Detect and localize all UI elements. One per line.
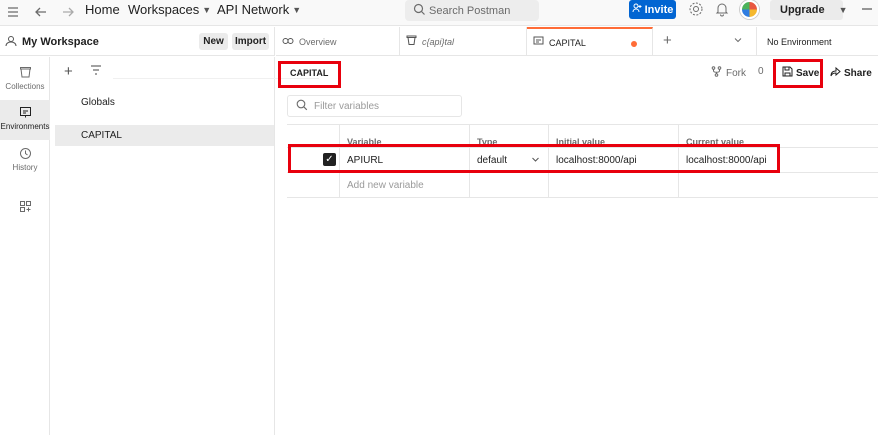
environments-icon (19, 106, 32, 122)
nav-api-network-label: API Network (217, 2, 290, 17)
filter-variables-input[interactable]: Filter variables (287, 95, 462, 117)
tab-environment-capital[interactable]: CAPITAL (527, 27, 653, 56)
chevron-down-icon: ▼ (202, 4, 212, 15)
gear-icon[interactable] (688, 1, 704, 17)
fork-button[interactable]: Fork (711, 66, 746, 80)
environment-selector-label: No Environment (767, 36, 832, 47)
header-variable: Variable (339, 125, 469, 149)
tab-label: CAPITAL (549, 37, 586, 48)
save-icon (782, 66, 793, 80)
share-button[interactable]: Share (830, 66, 872, 80)
sidebar-item-globals[interactable]: Globals (55, 92, 274, 113)
unsaved-indicator (631, 41, 637, 47)
sidebar-item-label: Globals (81, 97, 115, 108)
share-icon (830, 66, 841, 80)
filter-placeholder: Filter variables (314, 100, 380, 112)
rail-item-history[interactable]: History (0, 141, 50, 181)
empty-current-cell (678, 173, 878, 197)
icon-rail: Collections Environments History (0, 57, 50, 435)
tab-label: c{api}tal (422, 36, 455, 47)
chevron-down-icon: ▼ (292, 4, 302, 15)
search-icon (413, 3, 426, 16)
fork-label: Fork (726, 67, 746, 79)
nav-workspaces-label: Workspaces (128, 2, 200, 17)
initial-value-cell[interactable]: localhost:8000/api (548, 148, 678, 172)
fork-count: 0 (758, 66, 764, 77)
new-tab-plus-icon[interactable]: + (663, 32, 672, 49)
search-placeholder: Search Postman (429, 4, 511, 17)
row-enabled-checkbox[interactable]: ✓ (323, 153, 336, 166)
workspace-header: My Workspace New Import (0, 27, 275, 56)
back-arrow-icon[interactable] (34, 3, 48, 21)
share-label: Share (844, 67, 872, 79)
sidebar-item-capital[interactable]: CAPITAL (55, 125, 274, 146)
filter-icon[interactable] (90, 64, 102, 76)
environments-sidebar: + Globals CAPITAL (51, 57, 319, 435)
sidebar-item-label: CAPITAL (81, 130, 122, 141)
top-bar: Home Workspaces ▼ API Network ▼ Search Pos… (0, 0, 878, 26)
nav-home[interactable]: Home (85, 2, 120, 17)
rail-item-label: Collections (5, 82, 45, 91)
sidebar-search-input[interactable] (113, 63, 319, 79)
tabs-chevron-down-icon[interactable] (733, 35, 743, 48)
environment-selector[interactable]: No Environment (756, 27, 878, 56)
environment-icon (533, 36, 544, 50)
empty-initial-cell (548, 173, 678, 197)
variable-name-cell[interactable]: APIURL (339, 148, 469, 172)
forward-arrow-icon[interactable] (61, 3, 75, 21)
variable-type-value: default (477, 154, 508, 166)
apps-grid-icon (19, 200, 32, 216)
avatar[interactable] (740, 0, 759, 19)
tab-overview[interactable]: Overview (276, 27, 400, 56)
rail-item-environments[interactable]: Environments (0, 100, 50, 140)
table-header-row: Variable Type Initial value Current valu… (287, 124, 878, 149)
save-button[interactable]: Save (782, 66, 819, 80)
overview-icon (282, 34, 294, 49)
plus-icon[interactable]: + (64, 63, 73, 80)
environment-name[interactable]: CAPITAL (290, 68, 328, 78)
header-type: Type (469, 125, 548, 149)
table-row: ✓ APIURL default localhost:8000/api loca… (287, 148, 878, 173)
upgrade-label: Upgrade (780, 4, 825, 16)
global-search[interactable]: Search Postman (405, 0, 539, 21)
nav-home-label: Home (85, 2, 120, 17)
fork-icon (711, 66, 722, 80)
nav-api-network[interactable]: API Network ▼ (217, 2, 301, 17)
add-user-icon (632, 3, 642, 16)
hamburger-menu-icon[interactable] (6, 5, 20, 19)
upgrade-button[interactable]: Upgrade ▼ (770, 0, 848, 20)
table-row-add: Add new variable (287, 173, 878, 198)
tab-label: Overview (299, 36, 337, 47)
tab-collection-capital[interactable]: c{api}tal (400, 27, 527, 56)
chevron-down-icon (531, 155, 540, 166)
minimize-icon[interactable] (861, 3, 873, 15)
collections-icon (19, 66, 32, 82)
new-button[interactable]: New (199, 33, 228, 50)
header-current-value: Current value (678, 125, 878, 149)
invite-button[interactable]: Invite (629, 0, 676, 19)
history-icon (19, 147, 32, 163)
user-icon (5, 35, 17, 47)
invite-label: Invite (644, 3, 674, 16)
rail-item-label: Environments (0, 122, 50, 131)
add-new-variable-input[interactable]: Add new variable (339, 173, 469, 197)
chevron-down-icon: ▼ (838, 5, 848, 15)
rail-item-label: History (12, 163, 38, 172)
empty-type-cell (469, 173, 548, 197)
bell-icon[interactable] (714, 1, 730, 17)
current-value-cell[interactable]: localhost:8000/api (678, 148, 878, 172)
tab-strip: Overview c{api}tal CAPITAL + No Environm… (276, 27, 878, 56)
workspace-title: My Workspace (22, 36, 99, 48)
header-initial-value: Initial value (548, 125, 678, 149)
save-label: Save (796, 67, 820, 79)
rail-item-collections[interactable]: Collections (0, 60, 50, 100)
import-button[interactable]: Import (232, 33, 269, 50)
search-icon (296, 99, 308, 114)
nav-workspaces[interactable]: Workspaces ▼ (128, 2, 211, 17)
collection-icon (406, 35, 417, 49)
rail-item-apps[interactable] (0, 194, 50, 234)
